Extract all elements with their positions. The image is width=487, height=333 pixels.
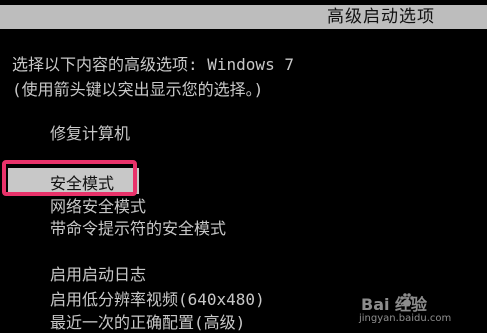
page-title: 高级启动选项 <box>327 7 435 27</box>
watermark-url: jingyan.baidu.com <box>359 313 452 324</box>
option-boot-logging[interactable]: 启用启动日志 <box>50 265 146 285</box>
baidu-jingyan-watermark: Bai 经验 jingyan.baidu.com <box>357 289 479 329</box>
header-bar: 高级启动选项 <box>0 5 487 29</box>
instruction-line-2: (使用箭头键以突出显示您的选择。) <box>12 80 264 99</box>
option-safe-mode-command-prompt[interactable]: 带命令提示符的安全模式 <box>50 219 226 239</box>
option-repair-computer[interactable]: 修复计算机 <box>50 124 130 144</box>
option-last-known-good[interactable]: 最近一次的正确配置(高级) <box>50 313 245 333</box>
option-safe-mode-networking[interactable]: 网络安全模式 <box>50 197 146 217</box>
baidu-paw-icon <box>400 293 414 307</box>
watermark-logo-text: Bai 经验 <box>361 295 428 314</box>
option-low-resolution-video[interactable]: 启用低分辨率视频(640x480) <box>50 290 265 310</box>
instruction-line-1: 选择以下内容的高级选项: Windows 7 <box>12 55 294 74</box>
annotation-highlight-box <box>2 160 137 196</box>
